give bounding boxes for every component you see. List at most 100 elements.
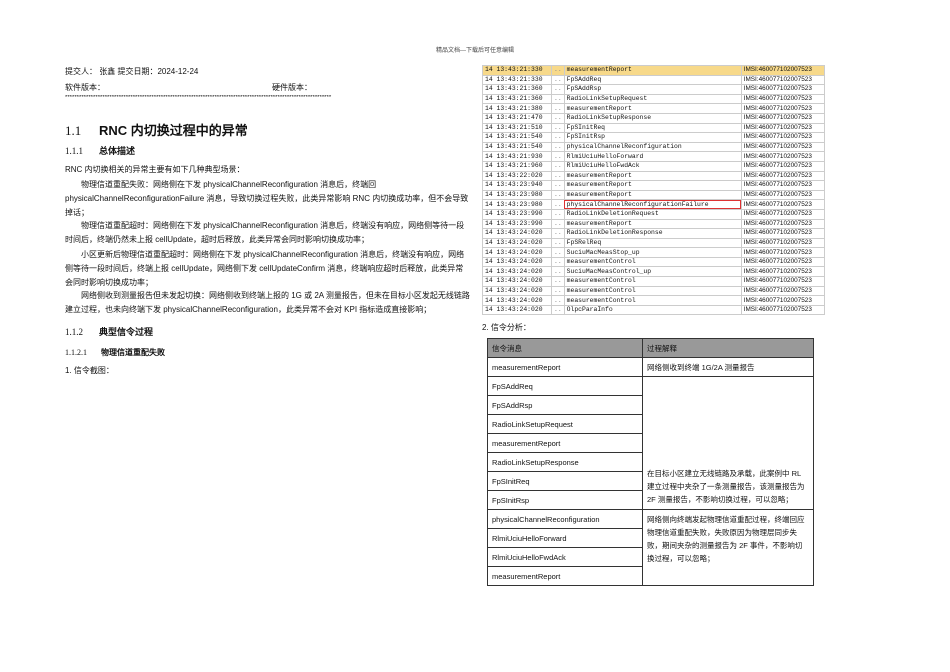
table-row: physicalChannelReconfiguration 网络侧向终端发起物理… [487, 509, 814, 586]
log-imsi: IMSI:460077102007523 [740, 304, 826, 316]
log-dots: .. [551, 170, 565, 182]
step-1-label: 1. 信令截图： [65, 366, 114, 375]
log-message: RadioLinkDeletionResponse [563, 228, 742, 239]
section-heading-1-1-1: 1.1.1 总体描述 [65, 146, 136, 156]
log-message: measurementReport [563, 180, 742, 191]
log-time: 14 13:43:24:020 [482, 228, 552, 239]
log-imsi: IMSI:460077102007523 [740, 189, 826, 201]
log-time: 14 13:43:21:330 [482, 65, 552, 76]
log-time: 14 13:43:21:360 [482, 93, 552, 105]
log-imsi: IMSI:460077102007523 [740, 247, 826, 258]
log-dots: .. [551, 160, 565, 172]
paragraph-2: 物理信道重配超时：网络侧在下发 physicalChannelReconfigu… [65, 221, 465, 244]
signaling-log-screenshot: 14 13:43:21:330.. measurementReport IMSI:4… [482, 65, 826, 316]
signal-message: FpSInitReq [487, 471, 643, 491]
log-imsi: IMSI:460077102007523 [740, 74, 826, 86]
log-time: 14 13:43:24:020 [482, 247, 552, 258]
log-imsi: IMSI:460077102007523 [740, 84, 826, 95]
log-message: RlmiUciuHelloForward [563, 151, 742, 162]
log-imsi: IMSI:460077102007523 [740, 237, 826, 249]
log-message: physicalChannelReconfiguration [563, 141, 742, 153]
software-version-label: 软件版本： [65, 83, 105, 92]
log-row: 14 13:43:24:020.. OlpcParaInfo IMSI:460077… [482, 304, 826, 316]
log-dots: .. [551, 84, 565, 95]
log-row: 14 13:43:21:330.. measurementReport IMSI:4… [482, 65, 826, 76]
signal-message: measurementReport [487, 566, 643, 586]
log-row: 14 13:43:24:020.. SuciuMacMeasStop_up IMSI… [482, 247, 826, 258]
signal-message: RlmiUciuHelloForward [487, 528, 643, 548]
log-dots: .. [551, 74, 565, 86]
log-time: 14 13:43:23:940 [482, 180, 552, 191]
log-dots: .. [551, 218, 565, 230]
log-message: FpSAddRsp [563, 84, 742, 95]
log-imsi: IMSI:460077102007523 [740, 218, 826, 230]
log-time: 14 13:43:21:960 [482, 160, 552, 172]
log-imsi: IMSI:460077102007523 [740, 112, 826, 124]
log-row: 14 13:43:21:470.. RadioLinkSetupResponse I… [482, 112, 826, 124]
section-heading-1-1-2-1: 1.1.2.1 物理信道重配失败 [65, 348, 165, 357]
log-row: 14 13:43:21:380.. measurementReport IMSI:4… [482, 103, 826, 114]
log-row: 14 13:43:21:540.. FpSInitRsp IMSI:46007710… [482, 132, 826, 143]
signal-message: measurementReport [487, 433, 643, 453]
log-imsi: IMSI:460077102007523 [740, 122, 826, 134]
log-message: measurementReport [563, 170, 742, 182]
log-row: 14 13:43:22:020.. measurementReport IMSI:4… [482, 170, 826, 182]
log-message: RadioLinkSetupRequest [563, 93, 742, 105]
log-dots: .. [551, 189, 565, 201]
log-message: FpSInitRsp [563, 132, 742, 143]
log-row: 14 13:43:24:020.. RadioLinkDeletionRespon… [482, 228, 826, 239]
hardware-version-label: 硬件版本： [272, 83, 312, 92]
log-row: 14 13:43:21:360.. RadioLinkSetupRequest IM… [482, 93, 826, 105]
log-time: 14 13:43:22:020 [482, 170, 552, 182]
log-message: measurementControl [563, 256, 742, 268]
log-dots: .. [551, 132, 565, 143]
signal-message: physicalChannelReconfiguration [487, 509, 643, 529]
signal-message: RadioLinkSetupRequest [487, 414, 643, 434]
log-message: FpSInitReq [563, 122, 742, 134]
log-time: 14 13:43:24:020 [482, 276, 552, 287]
log-imsi: IMSI:460077102007523 [740, 180, 826, 191]
log-row: 14 13:43:23:990.. measurementReport IMSI:4… [482, 218, 826, 230]
log-row: 14 13:43:24:020.. FpSRelReq IMSI:460077102… [482, 237, 826, 249]
signal-message: RadioLinkSetupResponse [487, 452, 643, 472]
log-message: SuciuMacMeasStop_up [563, 247, 742, 258]
log-dots: .. [551, 228, 565, 239]
log-dots: .. [551, 93, 565, 105]
log-message: RadioLinkSetupResponse [563, 112, 742, 124]
signaling-analysis-table: 信令消息 过程解释 measurementReport 网络侧收到终端 1G/2A … [487, 338, 814, 586]
log-dots: .. [551, 112, 565, 124]
log-row: 14 13:43:24:020.. measurementControl IMSI:… [482, 285, 826, 297]
log-dots: .. [551, 237, 565, 249]
log-row: 14 13:43:21:930.. RlmiUciuHelloForward IMS… [482, 151, 826, 162]
log-dots: .. [551, 304, 565, 316]
log-message: measurementReport [563, 65, 742, 76]
log-message: measurementControl [563, 295, 742, 306]
log-dots: .. [551, 122, 565, 134]
signal-message: RlmiUciuHelloFwdAck [487, 547, 643, 567]
column-header-explanation: 过程解释 [642, 338, 814, 358]
log-dots: .. [551, 276, 565, 287]
log-message: FpSAddReq [563, 74, 742, 86]
log-row: 14 13:43:24:020.. measurementControl IMSI:… [482, 295, 826, 306]
log-dots: .. [551, 266, 565, 278]
paragraph-3: 小区更新后物理信道重配超时：网络侧在下发 physicalChannelReco… [65, 250, 465, 287]
log-time: 14 13:43:21:930 [482, 151, 552, 162]
log-time: 14 13:43:21:380 [482, 103, 552, 114]
log-imsi: IMSI:460077102007523 [740, 65, 826, 76]
column-header-message: 信令消息 [487, 338, 643, 358]
log-dots: .. [551, 151, 565, 162]
table-row: FpSAddReq 在目标小区建立无线链路及承载，此案例中 RL 建立过程中夹杂了… [487, 376, 814, 510]
section-heading-1-1-2: 1.1.2 典型信令过程 [65, 327, 154, 337]
log-imsi: IMSI:460077102007523 [740, 266, 826, 278]
log-message: measurementReport [563, 189, 742, 201]
log-time: 14 13:43:23:990 [482, 208, 552, 220]
log-imsi: IMSI:460077102007523 [740, 256, 826, 268]
table-row: measurementReport 网络侧收到终端 1G/2A 测量报告 [487, 357, 814, 377]
log-dots: .. [551, 208, 565, 220]
log-time: 14 13:43:24:020 [482, 237, 552, 249]
log-row: 14 13:43:21:360.. FpSAddRsp IMSI:460077102… [482, 84, 826, 95]
log-dots: .. [551, 256, 565, 268]
log-dots: .. [551, 295, 565, 306]
log-imsi: IMSI:460077102007523 [740, 208, 826, 220]
log-row: 14 13:43:21:510.. FpSInitReq IMSI:46007710… [482, 122, 826, 134]
